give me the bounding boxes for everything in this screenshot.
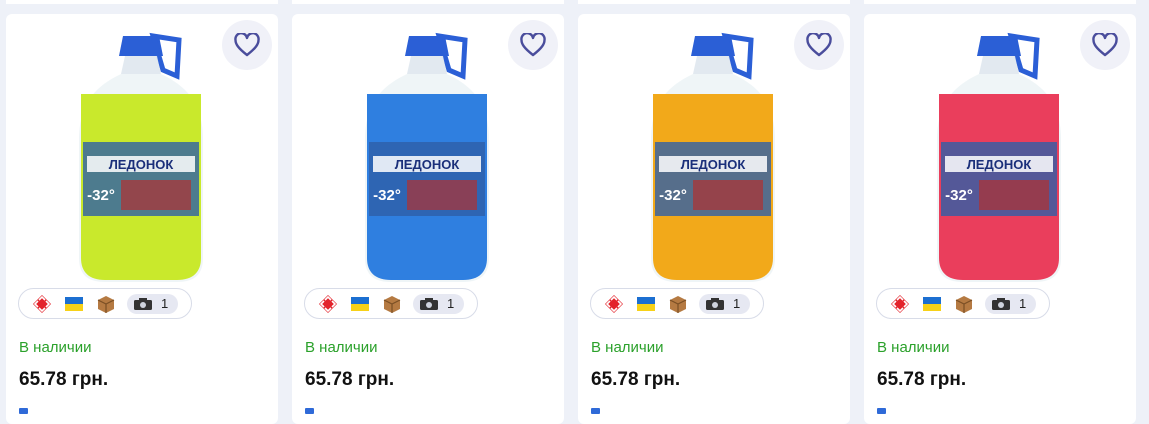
favorite-button[interactable] (1080, 20, 1130, 70)
photo-count: 1 (1019, 296, 1027, 311)
product-card[interactable]: ЛЕДОНОК -32° 1 В наличии 65.78 грн. (292, 14, 564, 424)
product-price: 65.78 грн. (877, 369, 967, 390)
package-icon (95, 293, 117, 315)
product-card[interactable]: ЛЕДОНОК -32° 1 В наличии 65.78 грн. (6, 14, 278, 424)
ukraine-flag-icon (63, 293, 85, 315)
bottle-label-text: ЛЕДОНОК (109, 157, 174, 172)
availability-status: В наличии (877, 339, 950, 356)
package-icon (953, 293, 975, 315)
previous-row-card-edge (864, 0, 1136, 4)
heart-icon (234, 33, 260, 57)
bottle-label-text: ЛЕДОНОК (967, 157, 1032, 172)
nova-poshta-icon (603, 293, 625, 315)
bottle-label-temp: -32° (945, 187, 973, 204)
photo-count: 1 (161, 296, 169, 311)
package-icon (381, 293, 403, 315)
camera-icon (420, 297, 438, 310)
product-price: 65.78 грн. (305, 369, 395, 390)
favorite-button[interactable] (222, 20, 272, 70)
photo-count-badge: 1 (985, 293, 1037, 314)
ukraine-flag-icon (635, 293, 657, 315)
product-title-link[interactable] (591, 408, 600, 414)
product-title-link[interactable] (305, 408, 314, 414)
product-badges: 1 (304, 288, 478, 319)
photo-count-badge: 1 (127, 293, 179, 314)
product-image[interactable]: ЛЕДОНОК -32° (61, 30, 221, 288)
photo-count: 1 (447, 296, 455, 311)
favorite-button[interactable] (794, 20, 844, 70)
photo-count-badge: 1 (699, 293, 751, 314)
product-badges: 1 (18, 288, 192, 319)
ukraine-flag-icon (921, 293, 943, 315)
bottle-label-text: ЛЕДОНОК (395, 157, 460, 172)
ukraine-flag-icon (349, 293, 371, 315)
photo-count: 1 (733, 296, 741, 311)
bottle-label-text: ЛЕДОНОК (681, 157, 746, 172)
product-badges: 1 (590, 288, 764, 319)
favorite-button[interactable] (508, 20, 558, 70)
heart-icon (806, 33, 832, 57)
nova-poshta-icon (31, 293, 53, 315)
product-card[interactable]: ЛЕДОНОК -32° 1 В наличии 65.78 грн. (578, 14, 850, 424)
camera-icon (992, 297, 1010, 310)
camera-icon (706, 297, 724, 310)
camera-icon (134, 297, 152, 310)
nova-poshta-icon (889, 293, 911, 315)
previous-row-card-edge (292, 0, 564, 4)
heart-icon (1092, 33, 1118, 57)
product-image[interactable]: ЛЕДОНОК -32° (919, 30, 1079, 288)
heart-icon (520, 33, 546, 57)
product-card[interactable]: ЛЕДОНОК -32° 1 В наличии 65.78 грн. (864, 14, 1136, 424)
previous-row-card-edge (578, 0, 850, 4)
bottle-label-temp: -32° (373, 187, 401, 204)
availability-status: В наличии (591, 339, 664, 356)
product-title-link[interactable] (19, 408, 28, 414)
product-title-link[interactable] (877, 408, 886, 414)
nova-poshta-icon (317, 293, 339, 315)
availability-status: В наличии (305, 339, 378, 356)
package-icon (667, 293, 689, 315)
product-image[interactable]: ЛЕДОНОК -32° (347, 30, 507, 288)
product-badges: 1 (876, 288, 1050, 319)
previous-row-card-edge (6, 0, 278, 4)
bottle-label-temp: -32° (87, 187, 115, 204)
photo-count-badge: 1 (413, 293, 465, 314)
product-price: 65.78 грн. (591, 369, 681, 390)
product-grid: ЛЕДОНОК -32° 1 В наличии 65.78 грн. ЛЕДО… (0, 0, 1149, 424)
product-image[interactable]: ЛЕДОНОК -32° (633, 30, 793, 288)
bottle-label-temp: -32° (659, 187, 687, 204)
product-price: 65.78 грн. (19, 369, 109, 390)
availability-status: В наличии (19, 339, 92, 356)
